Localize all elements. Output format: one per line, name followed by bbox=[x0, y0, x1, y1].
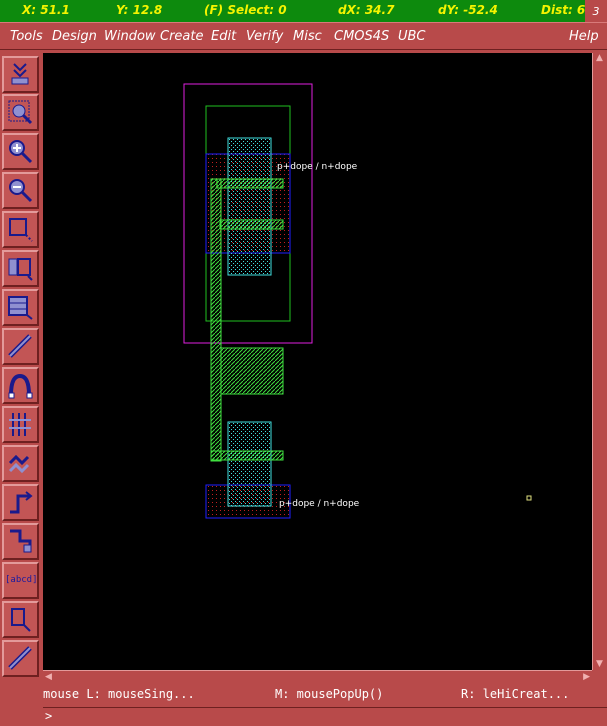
mouse-middle-binding: M: mousePopUp() bbox=[275, 687, 384, 701]
label-tool-button[interactable]: [abcd] bbox=[2, 562, 39, 599]
cursor-x-readout: X: 51.1 bbox=[22, 3, 70, 17]
menu-tools[interactable]: Tools bbox=[10, 29, 43, 44]
ruler-icon bbox=[8, 334, 32, 358]
menu-edit[interactable]: Edit bbox=[211, 29, 236, 44]
menu-ubc[interactable]: UBC bbox=[398, 29, 426, 44]
save-tool-button[interactable] bbox=[2, 56, 39, 93]
poly-finger-2[interactable] bbox=[219, 219, 284, 230]
poly-finger-1[interactable] bbox=[216, 178, 284, 189]
poly-route-vertical[interactable] bbox=[210, 178, 222, 462]
fit-zoom-tool-button[interactable] bbox=[2, 94, 39, 131]
tool-palette: [abcd] bbox=[0, 54, 42, 694]
instance-icon bbox=[8, 258, 33, 281]
menu-cmos4s[interactable]: CMOS4S bbox=[334, 29, 389, 44]
dope-label-bottom[interactable]: p+dope / n+dope bbox=[279, 499, 360, 509]
menu-verify[interactable]: Verify bbox=[246, 29, 283, 44]
save-icon bbox=[11, 63, 29, 85]
instance-tool-button[interactable] bbox=[2, 250, 39, 287]
command-prompt: > bbox=[45, 709, 53, 723]
scroll-right-icon[interactable]: ▶ bbox=[583, 673, 590, 682]
mouse-left-binding: mouse L: mouseSing... bbox=[43, 687, 195, 701]
coordinate-status-bar: X: 51.1 Y: 12.8 (F) Select: 0 dX: 34.7 d… bbox=[0, 0, 607, 22]
mouse-right-binding: R: leHiCreat... bbox=[461, 687, 570, 701]
menu-bar: Tools Design Window Create Edit Verify M… bbox=[0, 22, 607, 50]
diffusion-top[interactable] bbox=[227, 137, 272, 276]
menu-create[interactable]: Create bbox=[160, 29, 203, 44]
arc-icon bbox=[8, 373, 33, 399]
route-icon bbox=[10, 491, 33, 514]
path-move-icon bbox=[8, 454, 30, 474]
mouse-binding-bar: mouse L: mouseSing... M: mousePopUp() R:… bbox=[43, 684, 607, 706]
bus-tool-button[interactable] bbox=[2, 406, 39, 443]
multi-rect-icon bbox=[8, 296, 33, 320]
fit-zoom-icon bbox=[8, 100, 33, 125]
delta-y-readout: dY: -52.4 bbox=[438, 3, 498, 17]
scroll-down-icon[interactable]: ▼ bbox=[596, 660, 603, 669]
scroll-left-icon[interactable]: ◀ bbox=[45, 673, 52, 682]
dope-label-top[interactable]: p+dope / n+dope bbox=[277, 162, 358, 172]
horizontal-scrollbar[interactable]: ◀ ▶ bbox=[43, 670, 592, 684]
rectangle-icon bbox=[9, 218, 33, 242]
vertical-scrollbar[interactable]: ▲ ▼ bbox=[592, 53, 607, 670]
zoom-out-tool-button[interactable] bbox=[2, 172, 39, 209]
ruler-tool-button[interactable] bbox=[2, 328, 39, 365]
poly-finger-bottom[interactable] bbox=[210, 450, 284, 461]
reshape-icon bbox=[10, 529, 32, 553]
bus-icon bbox=[9, 413, 31, 436]
window-number: 3 bbox=[585, 0, 607, 22]
zoom-in-icon bbox=[9, 140, 33, 164]
rectangle-tool-button[interactable] bbox=[2, 211, 39, 248]
menu-misc[interactable]: Misc bbox=[293, 29, 322, 44]
select-area-icon bbox=[11, 608, 31, 632]
zoom-out-icon bbox=[9, 179, 33, 203]
command-line[interactable]: > bbox=[43, 707, 607, 726]
menu-window[interactable]: Window bbox=[104, 29, 156, 44]
menu-help[interactable]: Help bbox=[569, 29, 599, 44]
scroll-up-icon[interactable]: ▲ bbox=[596, 54, 603, 63]
poly-pad[interactable] bbox=[220, 347, 284, 395]
arc-tool-button[interactable] bbox=[2, 367, 39, 404]
zoom-in-tool-button[interactable] bbox=[2, 133, 39, 170]
layout-drawing: p+dope / n+dope p+dope / n+dope bbox=[183, 83, 532, 519]
stretch-icon bbox=[8, 646, 32, 670]
cursor-y-readout: Y: 12.8 bbox=[116, 3, 163, 17]
reshape-tool-button[interactable] bbox=[2, 523, 39, 560]
delta-x-readout: dX: 34.7 bbox=[338, 3, 395, 17]
cursor-marker bbox=[526, 495, 532, 501]
multi-rect-tool-button[interactable] bbox=[2, 289, 39, 326]
stretch-tool-button[interactable] bbox=[2, 640, 39, 677]
path-move-tool-button[interactable] bbox=[2, 445, 39, 482]
diffusion-bottom[interactable] bbox=[227, 421, 272, 507]
menu-design[interactable]: Design bbox=[52, 29, 97, 44]
selection-count: (F) Select: 0 bbox=[204, 3, 287, 17]
layout-canvas[interactable]: p+dope / n+dope p+dope / n+dope bbox=[43, 53, 592, 670]
label-icon: [abcd] bbox=[5, 575, 38, 585]
select-area-tool-button[interactable] bbox=[2, 601, 39, 638]
route-tool-button[interactable] bbox=[2, 484, 39, 521]
